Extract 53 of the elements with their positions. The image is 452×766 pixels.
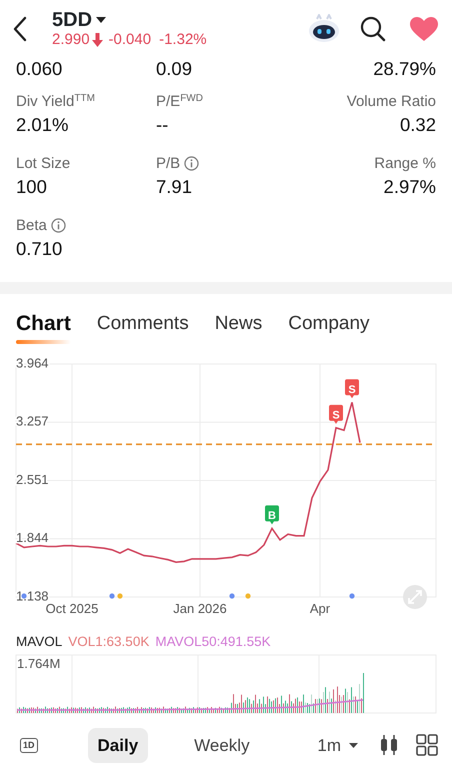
stat-value: 0.09 [156,58,194,81]
x-axis-label: Oct 2025 [46,601,98,616]
interval-dropdown[interactable]: 1m [307,728,368,763]
robot-icon[interactable] [308,14,340,44]
candlestick-icon[interactable] [380,734,398,756]
stat-value: 28.79% [372,58,436,81]
x-axis-label: Apr [310,601,330,616]
change-percent: -1.32% [159,31,207,49]
stat-value: 0.32 [398,112,436,136]
trade-marker: S [345,379,359,398]
info-icon[interactable] [50,218,66,234]
trade-marker: S [329,404,343,424]
y-axis-label: 1.844 [16,530,49,546]
grid-icon[interactable] [416,734,438,756]
info-icon[interactable] [184,156,200,172]
trade-marker: B [265,505,279,524]
heart-icon[interactable] [410,16,438,42]
tab[interactable]: Comments [96,310,189,338]
day-icon[interactable]: 1D [20,738,38,753]
stat-label: Lot Size [16,154,70,174]
stat-value: 7.91 [156,174,194,198]
y-axis-label: 1.764M [17,656,60,672]
legend-text: VOL1:63.50K [68,633,150,651]
stat-value: 0.710 [16,236,64,260]
stat-value: 100 [16,174,48,198]
y-axis-label: 3.257 [16,414,49,429]
stat-value: 2.97% [382,174,436,198]
period-tab[interactable]: Daily [88,728,148,763]
caret-icon[interactable] [96,17,106,23]
stat-label: Volume Ratio [346,92,436,112]
back-icon[interactable] [12,16,28,42]
stat-label: Div Yield$^{TTM}$ [16,92,95,112]
change-text: -0.040 [108,31,152,49]
y-axis-label: 3.964 [16,355,49,370]
y-axis-label: 2.551 [16,472,49,487]
x-axis-label: Jan 2026 [173,601,227,616]
tab[interactable]: News [214,310,262,338]
tab[interactable]: Company [288,310,370,338]
y-axis-label: 1.138 [16,588,49,604]
stat-value: -- [156,112,170,136]
caret-icon[interactable] [349,742,358,748]
stat-label: Range % [374,154,436,174]
stat-label: P/B [156,154,180,174]
stat-value: 2.01% [16,112,70,136]
stat-label: P/E$^{FWD}$ [156,92,203,112]
legend-text: MAVOL [16,633,62,651]
period-tab[interactable]: Weekly [184,728,260,763]
stat-label: Beta [16,216,47,236]
ticker-title[interactable]: 5DD [52,9,92,31]
price-text: 2.990 [52,31,90,49]
stat-value: 0.060 [16,58,64,81]
legend-text: MAVOL50:491.55K [155,633,271,651]
search-icon[interactable] [360,16,386,42]
